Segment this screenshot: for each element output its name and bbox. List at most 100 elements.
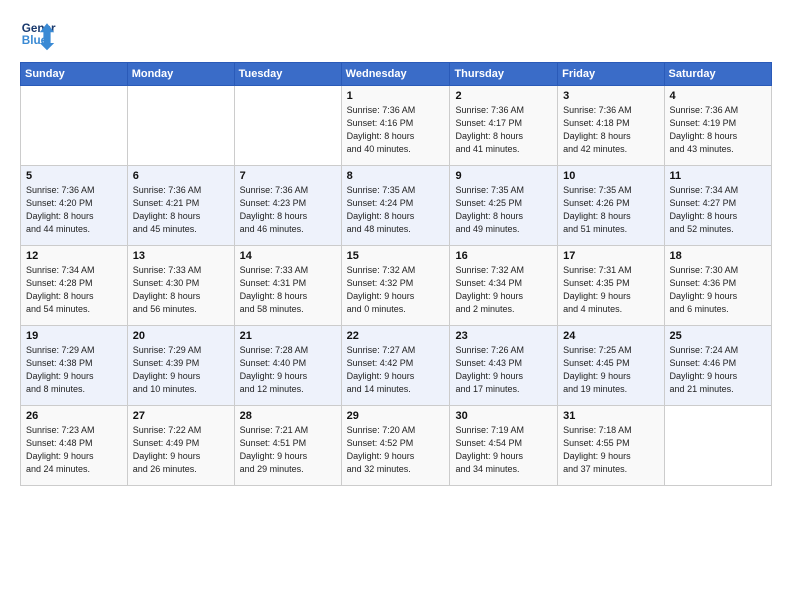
- day-detail: Sunrise: 7:33 AM Sunset: 4:30 PM Dayligh…: [133, 264, 229, 316]
- day-number: 24: [563, 330, 658, 342]
- day-detail: Sunrise: 7:31 AM Sunset: 4:35 PM Dayligh…: [563, 264, 658, 316]
- page: General Blue SundayMondayTuesdayWednesda…: [0, 0, 792, 612]
- day-detail: Sunrise: 7:22 AM Sunset: 4:49 PM Dayligh…: [133, 424, 229, 476]
- calendar-cell: 17Sunrise: 7:31 AM Sunset: 4:35 PM Dayli…: [558, 246, 664, 326]
- calendar-cell: [21, 86, 128, 166]
- day-detail: Sunrise: 7:33 AM Sunset: 4:31 PM Dayligh…: [240, 264, 336, 316]
- day-number: 11: [670, 170, 766, 182]
- day-detail: Sunrise: 7:32 AM Sunset: 4:32 PM Dayligh…: [347, 264, 445, 316]
- calendar-cell: 4Sunrise: 7:36 AM Sunset: 4:19 PM Daylig…: [664, 86, 771, 166]
- day-detail: Sunrise: 7:36 AM Sunset: 4:17 PM Dayligh…: [455, 104, 552, 156]
- calendar-cell: 13Sunrise: 7:33 AM Sunset: 4:30 PM Dayli…: [127, 246, 234, 326]
- calendar-cell: 22Sunrise: 7:27 AM Sunset: 4:42 PM Dayli…: [341, 326, 450, 406]
- day-number: 8: [347, 170, 445, 182]
- calendar-cell: [234, 86, 341, 166]
- calendar-cell: 14 Sunrise: 7:33 AM Sunset: 4:31 PM Dayli…: [234, 246, 341, 326]
- day-number: 10: [563, 170, 658, 182]
- day-number: 21: [240, 330, 336, 342]
- calendar-cell: 10 Sunrise: 7:35 AM Sunset: 4:26 PM Dayli…: [558, 166, 664, 246]
- day-detail: Sunrise: 7:36 AM Sunset: 4:18 PM Dayligh…: [563, 104, 658, 156]
- calendar-cell: 20 Sunrise: 7:29 AM Sunset: 4:39 PM Dayli…: [127, 326, 234, 406]
- day-number: 9: [455, 170, 552, 182]
- calendar-cell: 1 Sunrise: 7:36 AM Sunset: 4:16 PM Daylig…: [341, 86, 450, 166]
- day-number: 26: [26, 410, 122, 422]
- day-number: 20: [133, 330, 229, 342]
- calendar-cell: 7 Sunrise: 7:36 AM Sunset: 4:23 PM Daylig…: [234, 166, 341, 246]
- calendar-cell: 6Sunrise: 7:36 AM Sunset: 4:21 PM Daylig…: [127, 166, 234, 246]
- day-detail: Sunrise: 7:26 AM Sunset: 4:43 PM Dayligh…: [455, 344, 552, 396]
- day-number: 27: [133, 410, 229, 422]
- calendar-cell: 25Sunrise: 7:24 AM Sunset: 4:46 PM Dayli…: [664, 326, 771, 406]
- day-detail: Sunrise: 7:30 AM Sunset: 4:36 PM Dayligh…: [670, 264, 766, 316]
- col-header-sunday: Sunday: [21, 63, 128, 86]
- day-detail: Sunrise: 7:19 AM Sunset: 4:54 PM Dayligh…: [455, 424, 552, 476]
- calendar-cell: 2 Sunrise: 7:36 AM Sunset: 4:17 PM Daylig…: [450, 86, 558, 166]
- week-row-2: 5Sunrise: 7:36 AM Sunset: 4:20 PM Daylig…: [21, 166, 772, 246]
- day-detail: Sunrise: 7:32 AM Sunset: 4:34 PM Dayligh…: [455, 264, 552, 316]
- day-detail: Sunrise: 7:35 AM Sunset: 4:26 PM Dayligh…: [563, 184, 658, 236]
- calendar-cell: 5Sunrise: 7:36 AM Sunset: 4:20 PM Daylig…: [21, 166, 128, 246]
- calendar-cell: 15 Sunrise: 7:32 AM Sunset: 4:32 PM Dayli…: [341, 246, 450, 326]
- day-number: 7: [240, 170, 336, 182]
- day-number: 4: [670, 90, 766, 102]
- day-detail: Sunrise: 7:36 AM Sunset: 4:16 PM Dayligh…: [347, 104, 445, 156]
- day-detail: Sunrise: 7:35 AM Sunset: 4:25 PM Dayligh…: [455, 184, 552, 236]
- day-detail: Sunrise: 7:25 AM Sunset: 4:45 PM Dayligh…: [563, 344, 658, 396]
- calendar-cell: 27 Sunrise: 7:22 AM Sunset: 4:49 PM Dayli…: [127, 406, 234, 486]
- calendar-cell: 23Sunrise: 7:26 AM Sunset: 4:43 PM Dayli…: [450, 326, 558, 406]
- day-detail: Sunrise: 7:18 AM Sunset: 4:55 PM Dayligh…: [563, 424, 658, 476]
- day-number: 19: [26, 330, 122, 342]
- day-detail: Sunrise: 7:34 AM Sunset: 4:28 PM Dayligh…: [26, 264, 122, 316]
- calendar-cell: 29Sunrise: 7:20 AM Sunset: 4:52 PM Dayli…: [341, 406, 450, 486]
- day-number: 1: [347, 90, 445, 102]
- day-number: 5: [26, 170, 122, 182]
- day-detail: Sunrise: 7:29 AM Sunset: 4:38 PM Dayligh…: [26, 344, 122, 396]
- logo-icon: General Blue: [20, 16, 56, 52]
- day-detail: Sunrise: 7:34 AM Sunset: 4:27 PM Dayligh…: [670, 184, 766, 236]
- day-number: 12: [26, 250, 122, 262]
- day-number: 14: [240, 250, 336, 262]
- day-number: 15: [347, 250, 445, 262]
- day-detail: Sunrise: 7:20 AM Sunset: 4:52 PM Dayligh…: [347, 424, 445, 476]
- col-header-thursday: Thursday: [450, 63, 558, 86]
- day-detail: Sunrise: 7:27 AM Sunset: 4:42 PM Dayligh…: [347, 344, 445, 396]
- header: General Blue: [20, 16, 772, 52]
- calendar-cell: 24 Sunrise: 7:25 AM Sunset: 4:45 PM Dayli…: [558, 326, 664, 406]
- week-row-5: 26 Sunrise: 7:23 AM Sunset: 4:48 PM Dayli…: [21, 406, 772, 486]
- calendar-cell: 11 Sunrise: 7:34 AM Sunset: 4:27 PM Dayli…: [664, 166, 771, 246]
- calendar-cell: 12 Sunrise: 7:34 AM Sunset: 4:28 PM Dayli…: [21, 246, 128, 326]
- calendar-cell: 9 Sunrise: 7:35 AM Sunset: 4:25 PM Daylig…: [450, 166, 558, 246]
- col-header-friday: Friday: [558, 63, 664, 86]
- calendar-cell: 31 Sunrise: 7:18 AM Sunset: 4:55 PM Dayli…: [558, 406, 664, 486]
- day-number: 2: [455, 90, 552, 102]
- calendar-cell: [127, 86, 234, 166]
- calendar-cell: 19 Sunrise: 7:29 AM Sunset: 4:38 PM Dayli…: [21, 326, 128, 406]
- day-number: 31: [563, 410, 658, 422]
- calendar-cell: [664, 406, 771, 486]
- day-detail: Sunrise: 7:23 AM Sunset: 4:48 PM Dayligh…: [26, 424, 122, 476]
- calendar-cell: 30 Sunrise: 7:19 AM Sunset: 4:54 PM Dayli…: [450, 406, 558, 486]
- day-number: 30: [455, 410, 552, 422]
- calendar-cell: 21 Sunrise: 7:28 AM Sunset: 4:40 PM Dayli…: [234, 326, 341, 406]
- calendar-cell: 28 Sunrise: 7:21 AM Sunset: 4:51 PM Dayli…: [234, 406, 341, 486]
- col-header-monday: Monday: [127, 63, 234, 86]
- calendar-header-row: SundayMondayTuesdayWednesdayThursdayFrid…: [21, 63, 772, 86]
- week-row-4: 19 Sunrise: 7:29 AM Sunset: 4:38 PM Dayli…: [21, 326, 772, 406]
- day-detail: Sunrise: 7:29 AM Sunset: 4:39 PM Dayligh…: [133, 344, 229, 396]
- day-detail: Sunrise: 7:28 AM Sunset: 4:40 PM Dayligh…: [240, 344, 336, 396]
- calendar-cell: 26 Sunrise: 7:23 AM Sunset: 4:48 PM Dayli…: [21, 406, 128, 486]
- day-number: 16: [455, 250, 552, 262]
- week-row-3: 12 Sunrise: 7:34 AM Sunset: 4:28 PM Dayli…: [21, 246, 772, 326]
- calendar-cell: 16 Sunrise: 7:32 AM Sunset: 4:34 PM Dayli…: [450, 246, 558, 326]
- col-header-tuesday: Tuesday: [234, 63, 341, 86]
- calendar-table: SundayMondayTuesdayWednesdayThursdayFrid…: [20, 62, 772, 486]
- week-row-1: 1 Sunrise: 7:36 AM Sunset: 4:16 PM Daylig…: [21, 86, 772, 166]
- day-number: 28: [240, 410, 336, 422]
- logo: General Blue: [20, 16, 56, 52]
- col-header-saturday: Saturday: [664, 63, 771, 86]
- day-detail: Sunrise: 7:36 AM Sunset: 4:23 PM Dayligh…: [240, 184, 336, 236]
- day-number: 6: [133, 170, 229, 182]
- col-header-wednesday: Wednesday: [341, 63, 450, 86]
- day-number: 3: [563, 90, 658, 102]
- day-detail: Sunrise: 7:21 AM Sunset: 4:51 PM Dayligh…: [240, 424, 336, 476]
